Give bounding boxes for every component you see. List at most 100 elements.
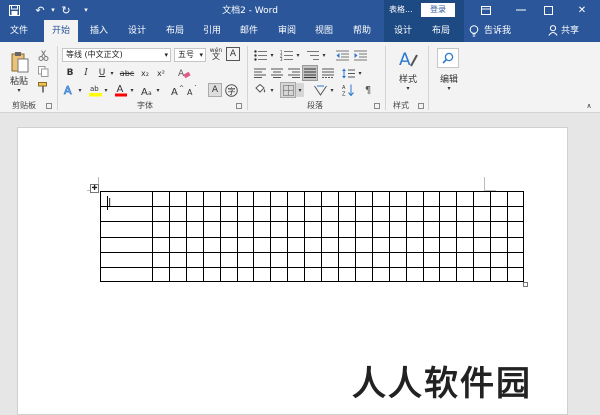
styles-label[interactable]: 样式 bbox=[392, 72, 424, 85]
font-color-dropdown-icon[interactable]: ▾ bbox=[128, 83, 136, 97]
tell-me-label[interactable]: 告诉我 bbox=[484, 20, 524, 42]
chinese-layout-dropdown-icon[interactable]: ▾ bbox=[328, 83, 336, 97]
borders-icon[interactable] bbox=[280, 82, 296, 98]
save-icon[interactable] bbox=[6, 2, 22, 18]
font-size-value: 五号 bbox=[178, 50, 194, 59]
svg-text:A: A bbox=[64, 84, 72, 96]
shading-icon[interactable] bbox=[252, 83, 268, 97]
tab-help[interactable]: 帮助 bbox=[345, 20, 379, 42]
paste-dropdown-icon[interactable]: ▾ bbox=[12, 86, 26, 94]
increase-indent-icon[interactable] bbox=[352, 48, 368, 62]
text-effects-icon[interactable]: A bbox=[62, 83, 76, 97]
document-table[interactable] bbox=[100, 191, 524, 282]
show-marks-icon[interactable]: ¶ bbox=[360, 83, 376, 97]
align-left-icon[interactable] bbox=[252, 66, 267, 80]
chinese-layout-icon[interactable] bbox=[312, 83, 328, 97]
subscript-icon[interactable]: x₂ bbox=[138, 67, 152, 79]
styles-icon[interactable]: A bbox=[396, 48, 420, 70]
paste-label[interactable]: 粘贴 bbox=[6, 74, 32, 87]
tab-mailings[interactable]: 邮件 bbox=[232, 20, 266, 42]
distributed-icon[interactable] bbox=[320, 66, 335, 80]
separator bbox=[385, 46, 386, 110]
bullets-icon[interactable] bbox=[252, 48, 268, 62]
font-launcher-icon[interactable] bbox=[236, 103, 242, 109]
find-icon[interactable] bbox=[437, 48, 459, 68]
line-spacing-icon[interactable] bbox=[340, 66, 356, 80]
maximize-icon[interactable] bbox=[532, 0, 564, 20]
paragraph-launcher-icon[interactable] bbox=[374, 103, 380, 109]
svg-text:3: 3 bbox=[280, 57, 283, 61]
close-icon[interactable]: ✕ bbox=[566, 0, 598, 20]
multilevel-list-dropdown-icon[interactable]: ▾ bbox=[320, 48, 328, 62]
editing-dropdown-icon[interactable]: ▾ bbox=[443, 84, 455, 92]
separator bbox=[428, 46, 429, 110]
tab-insert[interactable]: 插入 bbox=[82, 20, 116, 42]
tab-view[interactable]: 视图 bbox=[307, 20, 341, 42]
customize-toolbar-icon[interactable]: ▾ bbox=[78, 2, 94, 18]
bold-icon[interactable]: B bbox=[64, 67, 76, 79]
change-case-icon[interactable]: Aa bbox=[140, 83, 154, 97]
italic-icon[interactable]: I bbox=[80, 67, 92, 79]
copy-icon[interactable] bbox=[36, 64, 50, 78]
bullets-dropdown-icon[interactable]: ▾ bbox=[268, 48, 276, 62]
numbering-dropdown-icon[interactable]: ▾ bbox=[294, 48, 302, 62]
font-size-combo[interactable]: 五号 ▾ bbox=[174, 48, 206, 62]
shading-dropdown-icon[interactable]: ▾ bbox=[268, 83, 276, 97]
character-shading-icon[interactable]: A bbox=[208, 83, 222, 97]
ribbon-display-icon[interactable] bbox=[470, 0, 502, 20]
share-person-icon[interactable] bbox=[548, 20, 560, 42]
superscript-icon[interactable]: x² bbox=[154, 67, 168, 79]
styles-dropdown-icon[interactable]: ▾ bbox=[402, 84, 414, 92]
collapse-ribbon-icon[interactable]: ∧ bbox=[584, 101, 594, 111]
align-center-icon[interactable] bbox=[269, 66, 284, 80]
shrink-font-icon[interactable]: Aˇ bbox=[186, 83, 200, 97]
svg-text:A: A bbox=[178, 69, 185, 79]
font-name-combo[interactable]: 等线 (中文正文) ▾ bbox=[62, 48, 171, 62]
line-spacing-dropdown-icon[interactable]: ▾ bbox=[356, 66, 364, 80]
table-move-handle-icon[interactable]: ✚ bbox=[90, 184, 99, 193]
ibeam-cursor-icon: I bbox=[108, 196, 112, 209]
highlight-dropdown-icon[interactable]: ▾ bbox=[102, 83, 110, 97]
share-label[interactable]: 共享 bbox=[561, 20, 585, 42]
tab-table-design[interactable]: 设计 bbox=[386, 20, 420, 42]
decrease-indent-icon[interactable] bbox=[334, 48, 350, 62]
redo-icon[interactable]: ↻ bbox=[58, 2, 74, 18]
change-case-dropdown-icon[interactable]: ▾ bbox=[154, 83, 162, 97]
highlight-icon[interactable]: ab bbox=[88, 82, 102, 97]
lightbulb-icon[interactable] bbox=[466, 20, 482, 42]
tab-review[interactable]: 审阅 bbox=[270, 20, 304, 42]
clipboard-launcher-icon[interactable] bbox=[46, 103, 52, 109]
login-button[interactable]: 登录 bbox=[421, 3, 455, 17]
justify-icon[interactable] bbox=[302, 65, 318, 81]
underline-icon[interactable]: U bbox=[96, 67, 108, 79]
numbering-icon[interactable]: 123 bbox=[278, 48, 294, 62]
table-resize-handle[interactable] bbox=[523, 282, 528, 287]
paste-icon[interactable] bbox=[10, 50, 30, 74]
clear-formatting-icon[interactable]: A bbox=[176, 66, 192, 80]
tab-home[interactable]: 开始 bbox=[44, 20, 78, 42]
sort-icon[interactable]: AZ bbox=[340, 83, 356, 97]
font-color-icon[interactable]: A bbox=[114, 82, 128, 97]
font-group-label: 字体 bbox=[137, 101, 153, 110]
tab-table-layout[interactable]: 布局 bbox=[424, 20, 458, 42]
editing-label[interactable]: 编辑 bbox=[434, 72, 464, 85]
format-painter-icon[interactable] bbox=[36, 80, 50, 94]
tab-design[interactable]: 设计 bbox=[120, 20, 154, 42]
underline-dropdown-icon[interactable]: ▾ bbox=[108, 67, 116, 79]
cut-icon[interactable] bbox=[36, 48, 50, 62]
character-border-icon[interactable]: A bbox=[226, 47, 240, 61]
font-name-value: 等线 (中文正文) bbox=[66, 50, 123, 59]
tab-layout[interactable]: 布局 bbox=[158, 20, 192, 42]
grow-font-icon[interactable]: A ^ bbox=[170, 83, 184, 97]
multilevel-list-icon[interactable] bbox=[304, 48, 320, 62]
tab-references[interactable]: 引用 bbox=[195, 20, 229, 42]
enclose-characters-icon[interactable]: 字 bbox=[224, 83, 238, 97]
strikethrough-icon[interactable]: abc bbox=[118, 67, 136, 79]
styles-launcher-icon[interactable] bbox=[418, 103, 424, 109]
phonetic-guide-icon[interactable]: wén 文 bbox=[208, 46, 224, 62]
borders-dropdown-icon[interactable]: ▾ bbox=[296, 83, 304, 97]
tab-file[interactable]: 文件 bbox=[2, 20, 36, 42]
align-right-icon[interactable] bbox=[286, 66, 301, 80]
text-effects-dropdown-icon[interactable]: ▾ bbox=[76, 83, 84, 97]
window-title: 文档2 - Word bbox=[222, 6, 278, 16]
